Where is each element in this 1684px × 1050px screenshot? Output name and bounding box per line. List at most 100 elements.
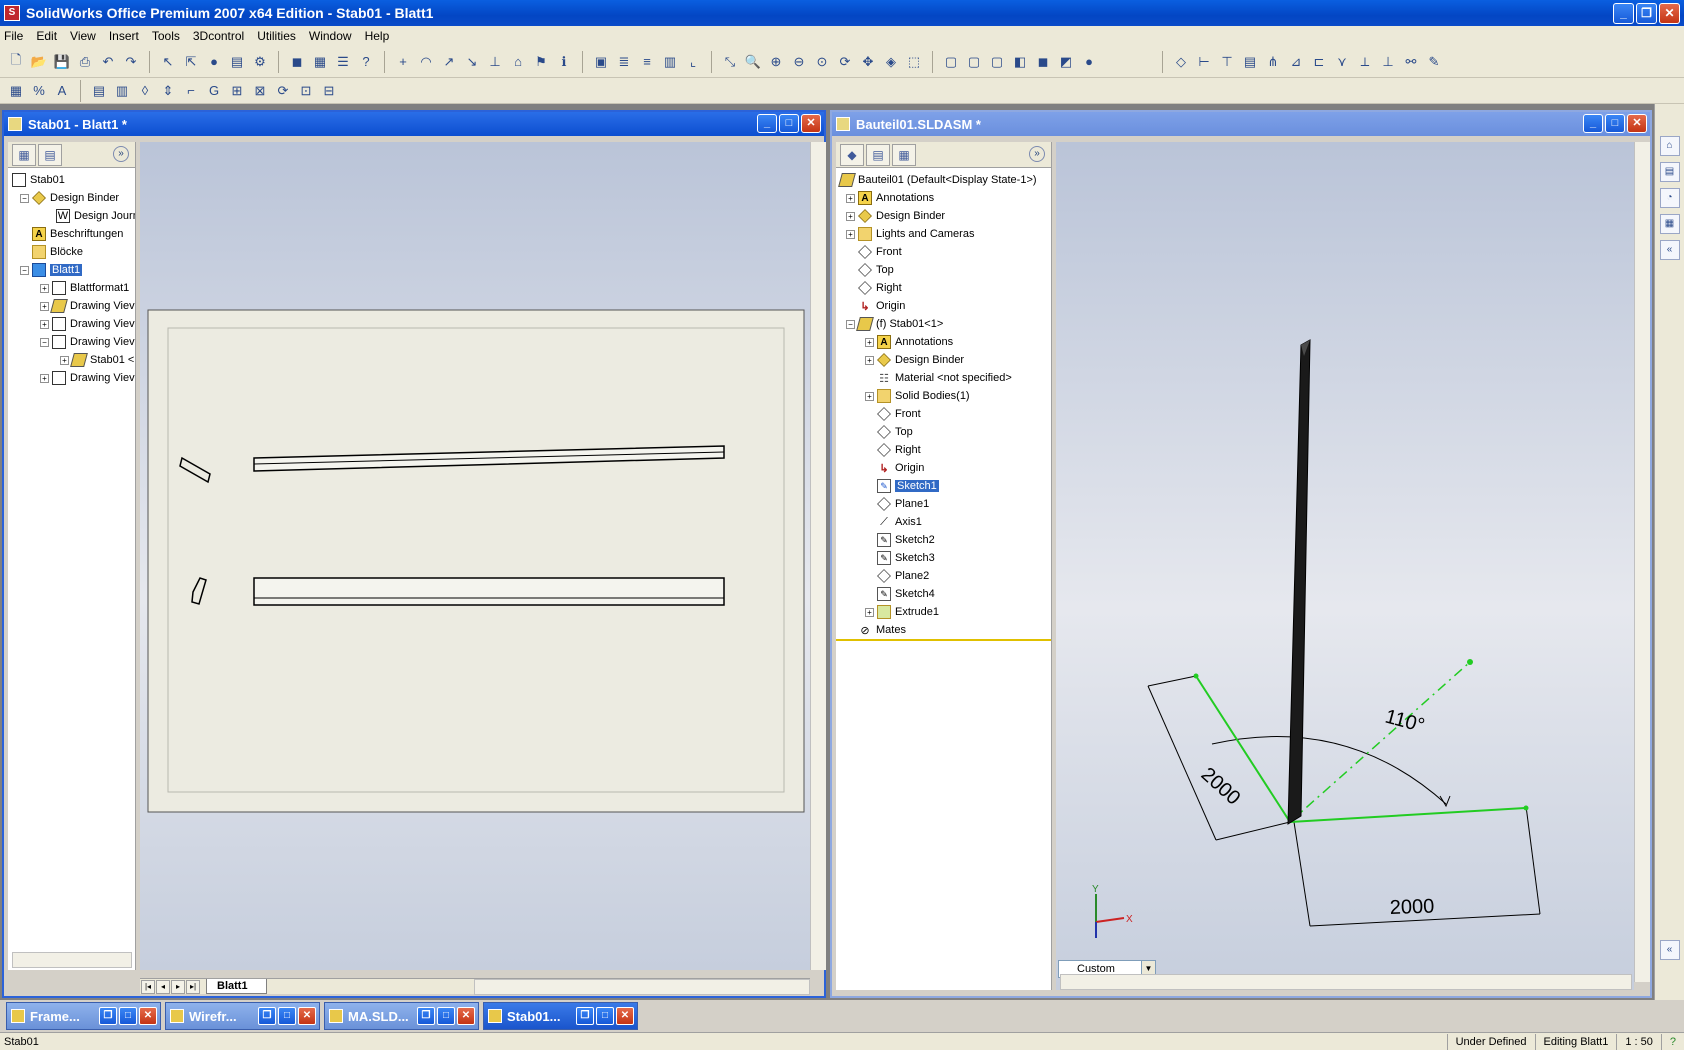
zoom-in-icon[interactable]: ⊕ <box>766 52 786 72</box>
help-icon[interactable]: ? <box>356 52 376 72</box>
repair-icon[interactable]: ✎ <box>1424 52 1444 72</box>
configuration-manager-tab[interactable]: ▦ <box>892 143 916 166</box>
box-icon[interactable]: ◼ <box>287 52 307 72</box>
restore-button[interactable]: ❐ <box>1636 3 1657 24</box>
expand-toggle[interactable]: + <box>40 283 49 293</box>
zoom-area-icon[interactable]: 🔍 <box>743 52 763 72</box>
maximize-icon[interactable]: □ <box>119 1007 137 1025</box>
tree-item-extrude1[interactable]: + Extrude1 <box>836 603 1051 621</box>
expand-panel-icon[interactable]: » <box>1029 146 1045 162</box>
menu-insert[interactable]: Insert <box>109 29 139 43</box>
section-view-icon[interactable]: ⇕ <box>158 81 178 101</box>
tree-item-sub-front[interactable]: Front <box>836 405 1051 423</box>
close-icon[interactable]: ✕ <box>139 1007 157 1025</box>
drawing-window[interactable]: Stab01 - Blatt1 * _ □ ✕ ▦ ▤ » Stab01 − De… <box>2 110 826 998</box>
smart-dimension-icon[interactable]: ◇ <box>1171 52 1191 72</box>
hidden-lines-icon[interactable]: ▢ <box>964 52 984 72</box>
expand-pane-icon[interactable]: « <box>1659 940 1680 960</box>
task-ma-sld[interactable]: MA.SLD... ❐ □ ✕ <box>324 1002 479 1030</box>
menu-window[interactable]: Window <box>309 29 352 43</box>
alternate-position-icon[interactable]: ⊟ <box>319 81 339 101</box>
drawing-vertical-scrollbar[interactable] <box>810 142 826 970</box>
tree-item-lights-cameras[interactable]: + Lights and Cameras <box>836 225 1051 243</box>
restore-icon[interactable]: ❐ <box>258 1007 276 1025</box>
file-explorer-icon[interactable]: ◔ <box>1659 188 1680 208</box>
tree-item-sketch2[interactable]: ✎ Sketch2 <box>836 531 1051 549</box>
shadow-icon[interactable]: ● <box>1079 52 1099 72</box>
tree-item-sketch3[interactable]: ✎ Sketch3 <box>836 549 1051 567</box>
wireframe-icon[interactable]: ▢ <box>941 52 961 72</box>
restore-icon[interactable]: ❐ <box>99 1007 117 1025</box>
drawing-horizontal-scrollbar[interactable] <box>474 979 810 995</box>
property-manager-tab[interactable]: ▤ <box>38 143 62 166</box>
close-icon[interactable]: ✕ <box>298 1007 316 1025</box>
first-sheet-icon[interactable]: |◂ <box>141 979 155 994</box>
autodimension-icon[interactable]: ⋎ <box>1332 52 1352 72</box>
zoom-out-icon[interactable]: ⊖ <box>789 52 809 72</box>
close-icon[interactable]: ✕ <box>457 1007 475 1025</box>
expand-toggle[interactable]: + <box>846 211 855 221</box>
collapse-pane-icon[interactable]: « <box>1659 240 1680 260</box>
tree-item-origin[interactable]: ↳ Origin <box>836 297 1051 315</box>
tree-item-mates[interactable]: ⊘ Mates <box>836 621 1051 639</box>
rebuild-icon[interactable]: ▤ <box>227 52 247 72</box>
projected-view-icon[interactable]: ▥ <box>112 81 132 101</box>
help-icon[interactable]: ? <box>1660 1033 1684 1050</box>
tree-item-sub-right[interactable]: Right <box>836 441 1051 459</box>
layout-icon[interactable]: ▦ <box>310 52 330 72</box>
expand-panel-icon[interactable]: » <box>113 146 129 162</box>
standard-views-icon[interactable]: ⬚ <box>904 52 924 72</box>
expand-toggle[interactable]: + <box>865 337 874 347</box>
new-icon[interactable]: 🗋 <box>6 52 26 72</box>
assembly-minimize-button[interactable]: _ <box>1583 114 1603 133</box>
assembly-maximize-button[interactable]: □ <box>1605 114 1625 133</box>
relation-icon[interactable]: ⚯ <box>1401 52 1421 72</box>
snap-icon[interactable]: ⌞ <box>683 52 703 72</box>
view-orient-icon[interactable]: ◈ <box>881 52 901 72</box>
sheet-tab-blatt1[interactable]: Blatt1 <box>206 979 267 994</box>
tree-item-drawing-view-4[interactable]: + Drawing Viev <box>8 369 135 387</box>
assembly-vertical-scrollbar[interactable] <box>1634 142 1650 982</box>
tree-item-bauteil01[interactable]: Bauteil01 (Default<Display State-1>) <box>836 171 1051 189</box>
info-icon[interactable]: ℹ <box>554 52 574 72</box>
feature-manager-tab[interactable]: ▦ <box>12 143 36 166</box>
arc-icon[interactable]: ◠ <box>416 52 436 72</box>
drawing-minimize-button[interactable]: _ <box>757 114 777 133</box>
tree-item-annotations[interactable]: + A Annotations <box>836 189 1051 207</box>
tree-item-stab01[interactable]: Stab01 <box>8 171 135 189</box>
maximize-icon[interactable]: □ <box>437 1007 455 1025</box>
zoom-fit-icon[interactable]: ⤡ <box>720 52 740 72</box>
vertical-ordinate-icon[interactable]: ⊏ <box>1309 52 1329 72</box>
drawing-close-button[interactable]: ✕ <box>801 114 821 133</box>
menu-help[interactable]: Help <box>365 29 390 43</box>
tree-item-stab01[interactable]: − (f) Stab01<1> <box>836 315 1051 333</box>
expand-toggle[interactable]: + <box>40 373 49 383</box>
tree-item-solid-bodies[interactable]: + Solid Bodies(1) <box>836 387 1051 405</box>
collapse-toggle[interactable]: − <box>20 265 29 275</box>
undo-icon[interactable]: ↶ <box>98 52 118 72</box>
task-wireframe[interactable]: Wirefr... ❐ □ ✕ <box>165 1002 320 1030</box>
note-icon[interactable]: ⌂ <box>508 52 528 72</box>
length-dimension-b-text[interactable]: 2000 <box>1389 895 1434 919</box>
expand-toggle[interactable]: + <box>865 607 874 617</box>
tree-item-sketch1[interactable]: ✎ Sketch1 <box>836 477 1051 495</box>
lines-icon[interactable]: ≡ <box>637 52 657 72</box>
home-icon[interactable]: ⌂ <box>1659 136 1680 156</box>
tree-item-blattformat[interactable]: + Blattformat1 <box>8 279 135 297</box>
crop-icon[interactable]: ⊡ <box>296 81 316 101</box>
pan-icon[interactable]: ✥ <box>858 52 878 72</box>
drawing-maximize-button[interactable]: □ <box>779 114 799 133</box>
tree-item-drawing-view-2[interactable]: + Drawing Viev <box>8 315 135 333</box>
view-icon[interactable]: ▣ <box>591 52 611 72</box>
tree-item-material[interactable]: ☷ Material <not specified> <box>836 369 1051 387</box>
chamfer-dim-icon[interactable]: ⊿ <box>1286 52 1306 72</box>
tree-item-sketch4[interactable]: ✎ Sketch4 <box>836 585 1051 603</box>
layer-icon[interactable]: ≣ <box>614 52 634 72</box>
expand-toggle[interactable]: + <box>865 355 874 365</box>
open-icon[interactable]: 📂 <box>29 52 49 72</box>
assembly-close-button[interactable]: ✕ <box>1627 114 1647 133</box>
zoom-select-icon[interactable]: ⊙ <box>812 52 832 72</box>
arrow-icon[interactable]: ↘ <box>462 52 482 72</box>
tree-item-bloecke[interactable]: Blöcke <box>8 243 135 261</box>
expand-toggle[interactable]: + <box>846 193 855 203</box>
